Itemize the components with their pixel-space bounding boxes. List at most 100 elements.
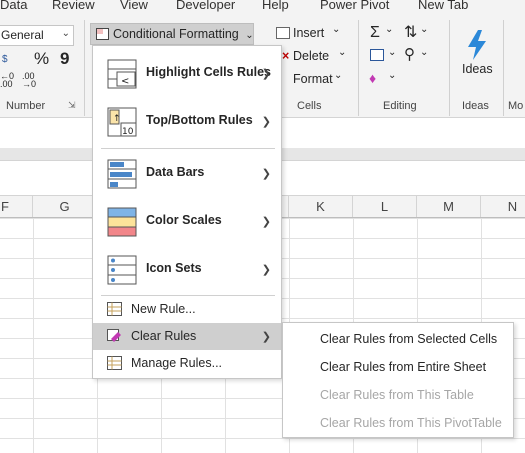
chevron-down-icon: ⌄ — [61, 28, 70, 39]
chevron-down-icon: ⌄ — [245, 30, 254, 41]
number-format-value: General — [1, 28, 44, 42]
column-header[interactable]: L — [353, 196, 417, 217]
chevron-down-icon: ⌄ — [388, 47, 397, 58]
submenu-item-clear-this-pivottable: Clear Rules from This PivotTable — [283, 408, 513, 436]
tab-help[interactable]: Help — [262, 0, 289, 12]
menu-item-highlight-cells-rules[interactable]: < Highlight Cells Rules ❯ — [93, 50, 281, 98]
menu-item-label: New Rule... — [131, 302, 196, 316]
tab-view[interactable]: View — [120, 0, 148, 12]
highlight-cells-icon: < — [107, 59, 137, 89]
submenu-item-clear-this-table: Clear Rules from This Table — [283, 380, 513, 408]
column-header[interactable]: K — [289, 196, 353, 217]
percent-style-button[interactable]: % — [34, 49, 49, 69]
chevron-right-icon: ❯ — [261, 68, 271, 80]
chevron-right-icon: ❯ — [261, 168, 271, 180]
menu-separator — [101, 148, 275, 149]
dialog-launcher-icon[interactable]: ⇲ — [68, 100, 76, 111]
svg-text:↑: ↑ — [113, 114, 121, 124]
chevron-down-icon: ⌄ — [332, 24, 341, 35]
chevron-right-icon: ❯ — [261, 264, 271, 276]
submenu-item-label: Clear Rules from This Table — [320, 388, 474, 402]
chevron-down-icon: ⌄ — [338, 47, 347, 58]
editing-group-label: Editing — [383, 100, 417, 112]
fill-icon[interactable] — [370, 49, 384, 61]
submenu-item-clear-selected-cells[interactable]: Clear Rules from Selected Cells — [283, 324, 513, 352]
ideas-group-label: Ideas — [462, 100, 489, 112]
column-header[interactable]: G — [33, 196, 97, 217]
menu-item-top-bottom-rules[interactable]: ↑ 10 Top/Bottom Rules ❯ — [93, 98, 281, 146]
tab-power-pivot[interactable]: Power Pivot — [320, 0, 389, 12]
chevron-down-icon: ⌄ — [334, 70, 343, 81]
menu-item-color-scales[interactable]: Color Scales ❯ — [93, 198, 281, 246]
sort-filter-icon[interactable]: ⇅ — [404, 22, 417, 42]
delete-button[interactable]: Delete — [293, 49, 329, 63]
decrease-decimal-icon[interactable]: .00 →0 — [22, 72, 36, 89]
group-divider — [358, 20, 359, 116]
delete-cells-icon: × — [282, 49, 290, 63]
tab-review[interactable]: Review — [52, 0, 95, 12]
chevron-down-icon: ⌄ — [385, 24, 394, 35]
tab-new-tab[interactable]: New Tab — [418, 0, 468, 12]
group-divider — [449, 20, 450, 116]
new-rule-icon — [107, 302, 122, 316]
conditional-formatting-icon — [96, 28, 109, 40]
insert-button[interactable]: Insert — [293, 26, 324, 40]
ideas-icon[interactable] — [466, 30, 488, 60]
color-scales-icon — [107, 207, 137, 237]
conditional-formatting-button[interactable]: Conditional Formatting ⌄ — [90, 23, 254, 45]
comma-style-button[interactable]: 9 — [60, 49, 69, 69]
clear-icon[interactable]: ♦ — [369, 70, 376, 86]
chevron-down-icon: ⌄ — [388, 70, 397, 81]
chevron-down-icon: ⌄ — [420, 24, 429, 35]
menu-item-clear-rules[interactable]: Clear Rules ❯ — [93, 323, 281, 350]
autosum-icon[interactable]: Σ — [370, 24, 380, 42]
data-bars-icon — [107, 159, 137, 189]
menu-item-new-rule[interactable]: New Rule... — [93, 296, 281, 323]
column-header[interactable]: N — [481, 196, 525, 217]
ideas-button[interactable]: Ideas — [462, 62, 493, 76]
icon-sets-icon — [107, 255, 137, 285]
menu-item-label: Top/Bottom Rules — [146, 113, 253, 127]
column-header[interactable]: M — [417, 196, 481, 217]
ribbon-tab-bar: Data Review View Developer Help Power Pi… — [0, 0, 525, 14]
menu-item-label: Color Scales — [146, 213, 222, 227]
group-divider — [84, 20, 85, 116]
conditional-formatting-label: Conditional Formatting — [113, 27, 239, 41]
top-bottom-icon: ↑ 10 — [107, 107, 137, 137]
clear-rules-icon — [107, 329, 121, 342]
menu-item-label: Data Bars — [146, 165, 205, 179]
conditional-formatting-menu: < Highlight Cells Rules ❯ ↑ 10 Top/Botto… — [92, 45, 282, 379]
menu-item-data-bars[interactable]: Data Bars ❯ — [93, 150, 281, 198]
increase-decimal-icon[interactable]: ←0.00 — [0, 72, 14, 89]
menu-item-label: Clear Rules — [131, 329, 197, 343]
cells-group-label: Cells — [297, 100, 322, 112]
submenu-item-clear-entire-sheet[interactable]: Clear Rules from Entire Sheet — [283, 352, 513, 380]
chevron-right-icon: ❯ — [261, 216, 271, 228]
svg-text:10: 10 — [122, 127, 134, 137]
chevron-right-icon: ❯ — [261, 116, 271, 128]
submenu-item-label: Clear Rules from Selected Cells — [320, 332, 498, 346]
chevron-down-icon: ⌄ — [420, 47, 429, 58]
menu-item-label: Icon Sets — [146, 261, 202, 275]
number-format-select[interactable]: General ⌄ — [0, 25, 74, 46]
tab-data[interactable]: Data — [0, 0, 27, 12]
manage-rules-icon — [107, 356, 122, 370]
number-group-label: Number — [6, 100, 46, 112]
find-select-icon[interactable]: ⚲ — [404, 45, 415, 63]
menu-item-label: Highlight Cells Rules — [146, 65, 272, 79]
svg-text:<: < — [121, 76, 129, 87]
format-button[interactable]: Format — [293, 72, 333, 86]
insert-cells-icon — [276, 27, 290, 39]
menu-item-label: Manage Rules... — [131, 356, 223, 370]
menu-item-icon-sets[interactable]: Icon Sets ❯ — [93, 246, 281, 294]
menu-item-manage-rules[interactable]: Manage Rules... — [93, 350, 281, 377]
clear-rules-submenu: Clear Rules from Selected Cells Clear Ru… — [282, 322, 514, 438]
column-header[interactable]: F — [0, 196, 33, 217]
group-divider — [503, 20, 504, 116]
chevron-right-icon: ❯ — [261, 331, 271, 343]
submenu-item-label: Clear Rules from Entire Sheet — [320, 360, 487, 374]
currency-format-icon[interactable]: $ — [2, 54, 8, 65]
tab-developer[interactable]: Developer — [176, 0, 235, 12]
submenu-item-label: Clear Rules from This PivotTable — [320, 416, 502, 430]
more-group-label: Mo — [508, 100, 524, 112]
